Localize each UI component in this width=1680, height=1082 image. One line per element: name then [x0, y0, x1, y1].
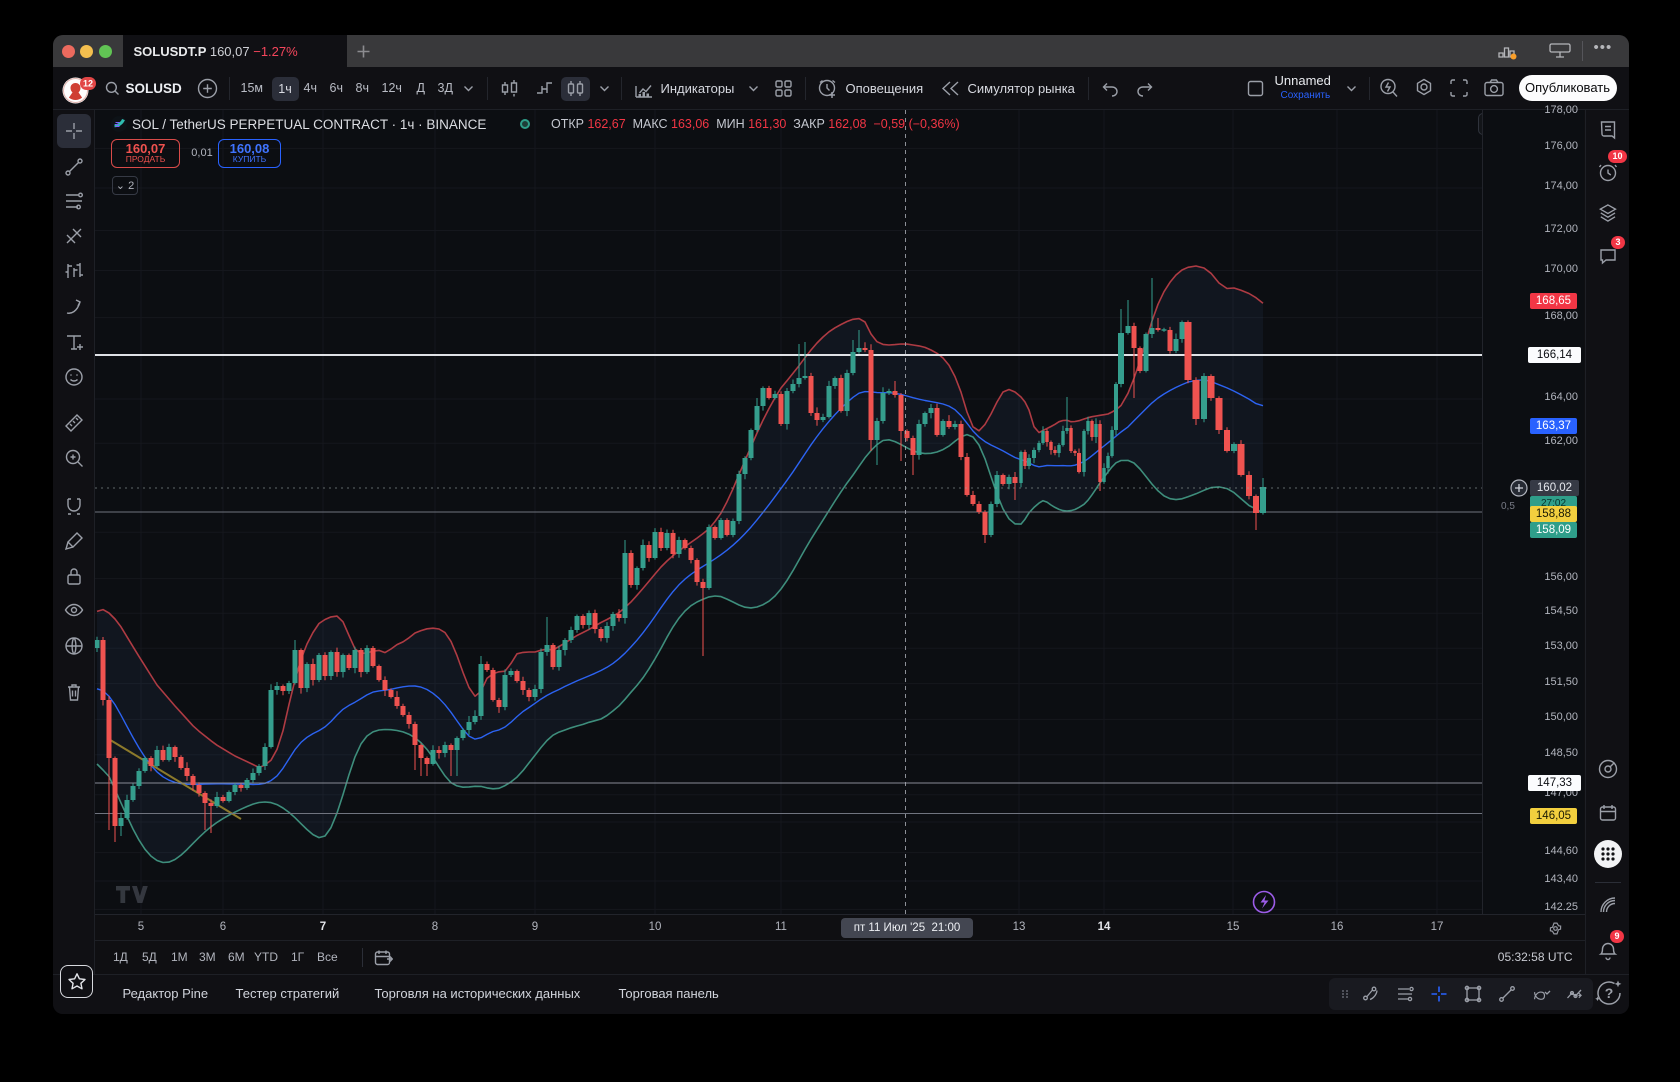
- svg-text:?: ?: [1605, 985, 1614, 1001]
- svg-text:12: 12: [82, 79, 92, 89]
